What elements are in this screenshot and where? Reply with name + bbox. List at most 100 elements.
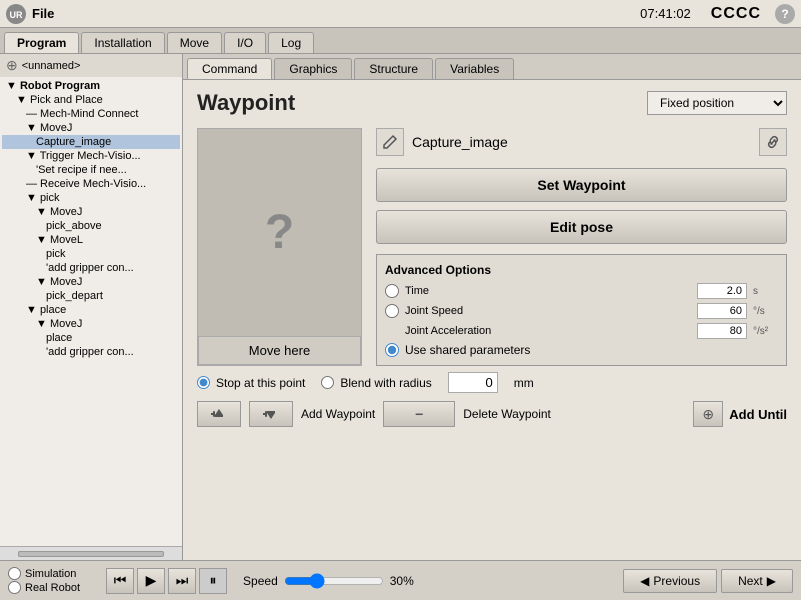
- joint-accel-unit: °/s²: [753, 326, 778, 337]
- tree-item[interactable]: pick_depart: [2, 289, 180, 303]
- edit-pose-button[interactable]: Edit pose: [376, 210, 787, 244]
- action-buttons: Add Waypoint − Delete Waypoint ⊕ Add Unt…: [197, 401, 787, 427]
- name-row: Capture_image: [376, 128, 787, 156]
- add-down-icon: [262, 407, 280, 421]
- content-area: Waypoint Fixed position Variable Relativ…: [183, 80, 801, 560]
- blend-radio[interactable]: [321, 376, 334, 389]
- right-panel: Command Graphics Structure Variables Way…: [183, 54, 801, 560]
- tab-command[interactable]: Command: [187, 58, 272, 79]
- speed-label: Speed: [243, 574, 278, 588]
- delete-waypoint-button[interactable]: −: [383, 401, 455, 427]
- delete-waypoint-label: Delete Waypoint: [463, 407, 551, 421]
- tree-item[interactable]: — Receive Mech-Visio...: [2, 177, 180, 191]
- speed-value: 30%: [390, 574, 414, 588]
- left-scrollbar[interactable]: [0, 546, 182, 560]
- tree-item[interactable]: pick_above: [2, 219, 180, 233]
- tree-item[interactable]: ▼ MoveJ: [2, 121, 180, 135]
- tab-variables[interactable]: Variables: [435, 58, 514, 79]
- joint-speed-radio[interactable]: [385, 304, 399, 318]
- speed-slider[interactable]: [284, 573, 384, 589]
- play-button[interactable]: ▶: [137, 568, 165, 594]
- stop-label: Stop at this point: [216, 376, 305, 390]
- tree-item[interactable]: ▼ MoveJ: [2, 205, 180, 219]
- tree-item[interactable]: 'Set recipe if nee...: [2, 163, 180, 177]
- tab-program[interactable]: Program: [4, 32, 79, 53]
- joint-speed-input[interactable]: [697, 303, 747, 319]
- transport-controls: ⏮ ▶ ⏭ ⏸: [106, 568, 227, 594]
- next-button[interactable]: Next ▶: [721, 569, 793, 593]
- page-title: Waypoint: [197, 90, 295, 116]
- tree-item[interactable]: ▼ Pick and Place: [2, 93, 180, 107]
- tab-move[interactable]: Move: [167, 32, 222, 53]
- content-header: Waypoint Fixed position Variable Relativ…: [197, 90, 787, 116]
- stop-option: Stop at this point: [197, 376, 305, 390]
- joint-accel-label: Joint Acceleration: [405, 325, 691, 337]
- tab-installation[interactable]: Installation: [81, 32, 164, 53]
- bottom-bar: Simulation Real Robot ⏮ ▶ ⏭ ⏸ Speed 30% …: [0, 560, 801, 600]
- tree-item[interactable]: ▼ pick: [2, 191, 180, 205]
- tree-item[interactable]: ▼ place: [2, 303, 180, 317]
- joint-accel-input[interactable]: [697, 323, 747, 339]
- simulation-radio[interactable]: [8, 567, 21, 580]
- titlebar: UR File 07:41:02 CCCC ?: [0, 0, 801, 28]
- svg-text:UR: UR: [10, 10, 23, 20]
- tree-item[interactable]: ▼ Trigger Mech-Visio...: [2, 149, 180, 163]
- preview-box: ? Move here: [197, 128, 362, 366]
- tree-item[interactable]: 'add gripper con...: [2, 261, 180, 275]
- tree-item[interactable]: 'add gripper con...: [2, 345, 180, 359]
- tab-log[interactable]: Log: [268, 32, 314, 53]
- use-shared-radio[interactable]: [385, 343, 399, 357]
- pencil-icon: [382, 134, 398, 150]
- move-here-button[interactable]: Move here: [198, 336, 361, 365]
- real-robot-radio[interactable]: [8, 581, 21, 594]
- add-waypoint-down-button[interactable]: [249, 401, 293, 427]
- simulation-group: Simulation Real Robot: [8, 567, 80, 594]
- real-robot-option[interactable]: Real Robot: [8, 581, 80, 594]
- tree-item[interactable]: ▼ MoveJ: [2, 275, 180, 289]
- time-radio[interactable]: [385, 284, 399, 298]
- right-controls: Capture_image Set Waypoint Edit pose Adv…: [376, 128, 787, 366]
- tree-item[interactable]: ▼ Robot Program: [2, 79, 180, 93]
- pause-button[interactable]: ⏸: [199, 568, 227, 594]
- tab-structure[interactable]: Structure: [354, 58, 433, 79]
- link-icon[interactable]: [759, 128, 787, 156]
- add-until-button[interactable]: ⊕: [693, 401, 723, 427]
- app-logo: UR: [6, 4, 26, 24]
- previous-button[interactable]: ◀ Previous: [623, 569, 717, 593]
- edit-icon[interactable]: [376, 128, 404, 156]
- rewind-button[interactable]: ⏮: [106, 568, 134, 594]
- tree-item[interactable]: — Mech-Mind Connect: [2, 107, 180, 121]
- add-waypoint-up-button[interactable]: [197, 401, 241, 427]
- stop-radio[interactable]: [197, 376, 210, 389]
- time-input[interactable]: [697, 283, 747, 299]
- add-until-section: ⊕ Add Until: [693, 401, 787, 427]
- time-unit: s: [753, 286, 778, 297]
- position-dropdown[interactable]: Fixed position Variable Relative: [647, 91, 787, 115]
- blend-value-input[interactable]: [448, 372, 498, 393]
- tree: ▼ Robot Program▼ Pick and Place— Mech-Mi…: [0, 77, 182, 546]
- cccc-label: CCCC: [711, 5, 761, 23]
- tree-item[interactable]: Capture_image: [2, 135, 180, 149]
- preview-image: ?: [198, 129, 361, 336]
- tree-item[interactable]: ▼ MoveL: [2, 233, 180, 247]
- blend-option: Blend with radius: [321, 376, 431, 390]
- joint-speed-label: Joint Speed: [405, 305, 691, 317]
- set-waypoint-button[interactable]: Set Waypoint: [376, 168, 787, 202]
- stop-blend-section: Stop at this point Blend with radius mm: [197, 372, 787, 393]
- nav-buttons: ◀ Previous Next ▶: [623, 569, 793, 593]
- tab-io[interactable]: I/O: [224, 32, 266, 53]
- tree-item[interactable]: place: [2, 331, 180, 345]
- cmd-tabs: Command Graphics Structure Variables: [183, 54, 801, 80]
- left-panel: ⊕ <unnamed> ▼ Robot Program▼ Pick and Pl…: [0, 54, 183, 560]
- tree-item[interactable]: pick: [2, 247, 180, 261]
- top-tabs: Program Installation Move I/O Log: [0, 28, 801, 54]
- add-up-icon: [210, 407, 228, 421]
- step-button[interactable]: ⏭: [168, 568, 196, 594]
- previous-label: Previous: [653, 574, 700, 588]
- help-button[interactable]: ?: [775, 4, 795, 24]
- simulation-option[interactable]: Simulation: [8, 567, 80, 580]
- next-label: Next: [738, 574, 763, 588]
- right-arrow-icon: ▶: [767, 574, 776, 588]
- tree-item[interactable]: ▼ MoveJ: [2, 317, 180, 331]
- tab-graphics[interactable]: Graphics: [274, 58, 352, 79]
